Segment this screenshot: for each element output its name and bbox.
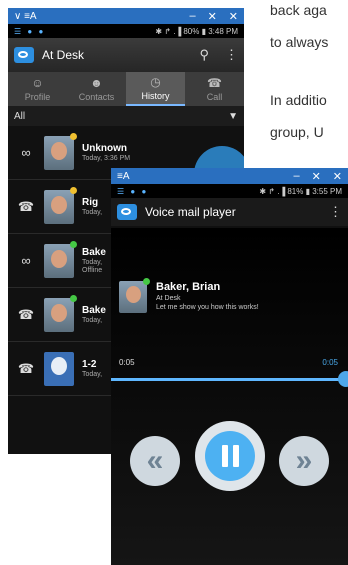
- app-logo-icon: [14, 47, 34, 63]
- contact-name: Unknown: [82, 143, 127, 154]
- avatar: [44, 351, 74, 386]
- tab-label: Call: [206, 92, 223, 102]
- overflow-menu-icon[interactable]: ⋮: [329, 204, 342, 220]
- call-time: Today,: [82, 371, 103, 378]
- maximize-icon[interactable]: ✕: [208, 10, 217, 23]
- phone-icon: ☎: [207, 76, 222, 90]
- avatar: [44, 186, 77, 224]
- avatar-face: [51, 303, 67, 322]
- seek-handle[interactable]: [338, 371, 348, 387]
- filter-icon[interactable]: ▼: [228, 111, 238, 122]
- filter-label: All: [14, 110, 26, 122]
- presence-status[interactable]: At Desk: [42, 48, 84, 62]
- call-time: Today,: [82, 209, 103, 216]
- voicemail-contact: Baker, Brian At Desk Let me show you how…: [119, 278, 259, 313]
- voicemail-window: ≡A – ✕ ✕ ☰ ● ● ✱ ↱ .▐ 81% ▮ 3:55 PM Voic…: [111, 168, 348, 565]
- call-time: Today, 3:36 PM: [82, 155, 131, 162]
- doc-text-line: In additio: [270, 92, 327, 108]
- window-title: ≡A: [117, 170, 130, 182]
- voicemail-message: Let me show you how this works!: [156, 304, 259, 311]
- contacts-icon: ☻: [90, 76, 103, 90]
- presence-dot: [70, 132, 77, 140]
- time-elapsed: 0:05: [119, 358, 135, 367]
- avatar-face: [51, 249, 67, 268]
- avatar-face: [51, 141, 67, 160]
- tab-bar: ☺ Profile ☻ Contacts ◷ History ☎ Call: [8, 72, 244, 106]
- presence-dot: [70, 186, 77, 194]
- rewind-icon: «: [146, 444, 164, 477]
- pause-button[interactable]: [195, 421, 265, 491]
- close-icon[interactable]: ✕: [229, 10, 238, 23]
- doc-text-line: back aga: [270, 2, 327, 18]
- tab-call[interactable]: ☎ Call: [185, 72, 244, 106]
- status-right: ✱ ↱ .▐ 80% ▮ 3:48 PM: [155, 26, 238, 36]
- minimize-icon[interactable]: –: [189, 10, 195, 23]
- presence-dot: [70, 294, 77, 302]
- notification-icons: ☰ ● ●: [117, 186, 149, 196]
- app-bar: Voice mail player ⋮: [111, 198, 348, 226]
- doc-text-line: to always: [270, 34, 329, 50]
- window-titlebar: ∨ ≡A – ✕ ✕: [8, 8, 244, 24]
- missed-call-icon: ☎: [17, 360, 35, 376]
- presence-text: Offline: [82, 267, 103, 274]
- call-time: Today,: [82, 317, 103, 324]
- maximize-icon[interactable]: ✕: [312, 170, 321, 183]
- app-logo-icon[interactable]: [117, 204, 137, 220]
- close-icon[interactable]: ✕: [333, 170, 342, 183]
- voicemail-icon: ∞: [21, 253, 31, 268]
- rewind-button[interactable]: «: [130, 436, 180, 486]
- window-titlebar: ≡A – ✕ ✕: [111, 168, 348, 184]
- presence-dot: [143, 278, 150, 285]
- tab-label: Contacts: [78, 92, 115, 102]
- tab-profile[interactable]: ☺ Profile: [8, 72, 67, 106]
- playback-progress[interactable]: [111, 378, 348, 381]
- status-right: ✱ ↱ .▐ 81% ▮ 3:55 PM: [259, 186, 342, 196]
- minimize-icon[interactable]: –: [293, 170, 299, 183]
- forward-button[interactable]: »: [279, 436, 329, 486]
- avatar: [44, 132, 77, 170]
- person-icon: ☺: [31, 76, 44, 90]
- contact-name: Bake: [82, 305, 106, 316]
- forward-icon: »: [295, 444, 313, 477]
- clock-icon: ◷: [150, 75, 161, 89]
- doc-text-line: group, U: [270, 124, 324, 140]
- contact-name: Rig: [82, 197, 99, 208]
- overflow-menu-icon[interactable]: ⋮: [225, 47, 238, 63]
- pause-icon: [205, 431, 255, 481]
- avatar: [119, 278, 150, 313]
- page-title: Voice mail player: [145, 205, 236, 219]
- presence-dot: [70, 240, 77, 248]
- status-bar: ☰ ● ● ✱ ↱ .▐ 81% ▮ 3:55 PM: [111, 184, 348, 198]
- avatar: [44, 294, 77, 332]
- tab-contacts[interactable]: ☻ Contacts: [67, 72, 126, 106]
- window-title: ∨ ≡A: [14, 10, 37, 22]
- tab-label: History: [141, 91, 170, 101]
- time-total: 0:05: [322, 358, 338, 367]
- avatar-face: [51, 195, 67, 214]
- tab-label: Profile: [24, 92, 51, 102]
- voicemail-icon: ∞: [21, 145, 31, 160]
- avatar-face: [51, 356, 67, 375]
- avatar: [44, 240, 77, 278]
- contact-name: 1-2: [82, 359, 97, 370]
- search-icon[interactable]: ⚲: [199, 47, 209, 63]
- tab-history[interactable]: ◷ History: [126, 72, 185, 106]
- progress-fill: [111, 378, 348, 381]
- missed-call-icon: ☎: [17, 198, 35, 214]
- filter-bar: All ▼: [8, 106, 244, 126]
- app-bar: At Desk ⚲ ⋮: [8, 38, 244, 72]
- notification-icons: ☰ ● ●: [14, 26, 46, 36]
- contact-name: Bake: [82, 247, 106, 258]
- call-time: Today,: [82, 259, 103, 266]
- contact-status: At Desk: [156, 295, 181, 302]
- avatar-face: [126, 286, 141, 303]
- missed-call-icon: ☎: [17, 306, 35, 322]
- contact-name: Baker, Brian: [156, 281, 221, 293]
- status-bar: ☰ ● ● ✱ ↱ .▐ 80% ▮ 3:48 PM: [8, 24, 244, 38]
